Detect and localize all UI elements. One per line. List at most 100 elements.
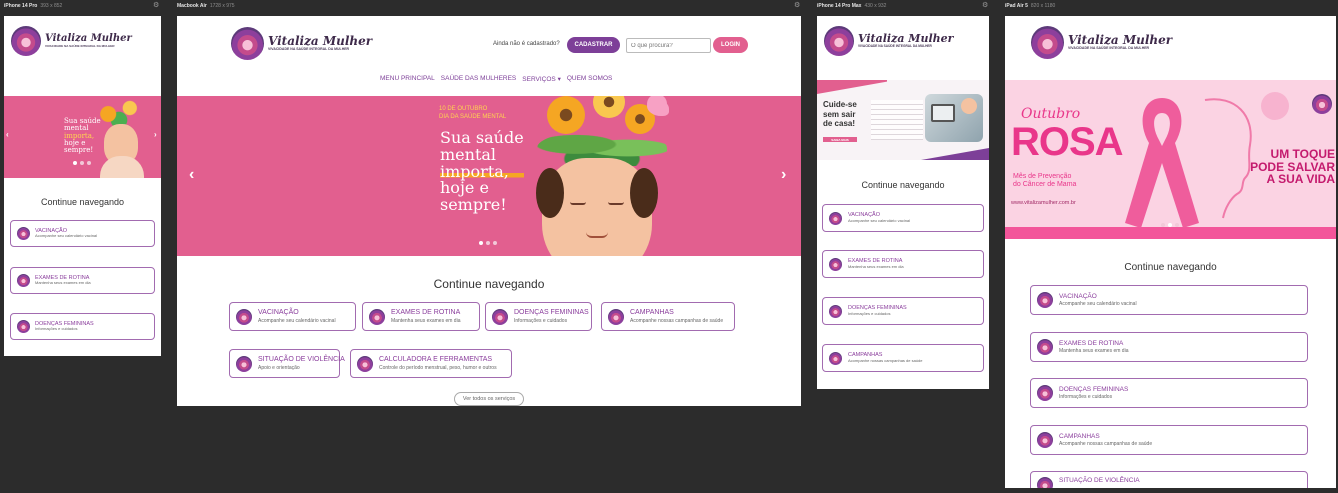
frame-label-ipad: iPad Air 5 820 x 1180 xyxy=(1005,3,1056,9)
heart-icon xyxy=(1261,92,1289,120)
iphone14pro-frame: Vitaliza Mulher VIVACIDADE NA SAÚDE INTE… xyxy=(4,16,161,356)
flower-logo-icon xyxy=(11,26,41,56)
search-input[interactable] xyxy=(626,38,711,53)
logo[interactable]: Vitaliza Mulher VIVACIDADE NA SAÚDE INTE… xyxy=(1031,26,1172,59)
not-registered-text: Ainda não é cadastrado? xyxy=(493,41,560,47)
service-card-routine-exams[interactable]: EXAMES DE ROTINA Mantenha seus exames em … xyxy=(362,302,480,331)
chevron-left-icon[interactable]: ‹ xyxy=(6,130,9,139)
face-illustration xyxy=(536,158,658,256)
service-card-violence[interactable]: SITUAÇÃO DE VIOLÊNCIA xyxy=(1030,471,1308,488)
flower-icon xyxy=(1037,339,1053,355)
service-card-female-diseases[interactable]: DOENÇAS FEMININAS Informações e cuidados xyxy=(1030,378,1308,408)
flower-icon xyxy=(236,308,252,325)
chevron-right-icon[interactable]: › xyxy=(781,166,786,184)
service-card-female-diseases[interactable]: DOENÇAS FEMININAS Informações e cuidados xyxy=(10,313,155,340)
flower-icon xyxy=(829,257,842,271)
view-all-services-button[interactable]: Ver todos os serviços xyxy=(454,392,524,406)
nav-item-about[interactable]: QUEM SOMOS xyxy=(567,75,613,83)
login-button[interactable]: LOGIN xyxy=(713,37,748,53)
service-card-vaccination[interactable]: VACINAÇÃO Acompanhe seu calendário vacina… xyxy=(1030,285,1308,315)
pink-ribbon-icon xyxy=(1125,98,1199,228)
logo[interactable]: Vitaliza Mulher VIVACIDADE NA SAÚDE INTE… xyxy=(11,26,132,56)
macbook-frame: Vitaliza Mulher VIVACIDADE NA SAÚDE INTE… xyxy=(177,16,801,406)
logo[interactable]: Vitaliza Mulher VIVACIDADE NA SAÚDE INTE… xyxy=(824,26,953,56)
flower-icon xyxy=(369,308,385,325)
service-card-female-diseases[interactable]: DOENÇAS FEMININAS Informações e cuidados xyxy=(822,297,984,325)
frame-label-iphone14pro: iPhone 14 Pro 393 x 852 xyxy=(4,3,63,9)
hero-headline: Sua saúde mental importa, hoje e sempre! xyxy=(440,128,524,215)
brand-name: Vitaliza Mulher xyxy=(268,34,373,49)
hero-headline: Cuide-se sem sair de casa! xyxy=(823,100,857,129)
brand-name: Vitaliza Mulher xyxy=(1068,33,1173,48)
flower-logo-icon xyxy=(1031,26,1064,59)
banner-title: ROSA xyxy=(1011,120,1124,164)
hero-banner[interactable]: Outubro ROSA Mês de Prevenção do Câncer … xyxy=(1005,80,1336,239)
iphone14promax-frame: Vitaliza Mulher VIVACIDADE NA SAÚDE INTE… xyxy=(817,16,989,389)
flower-logo-icon xyxy=(231,27,264,60)
chevron-left-icon[interactable]: ‹ xyxy=(189,166,194,184)
hero-banner[interactable]: 10 DE OUTUBRO DIA DA SAÚDE MENTAL Sua sa… xyxy=(177,96,801,256)
register-button[interactable]: CADASTRAR xyxy=(567,37,620,53)
flower-icon xyxy=(1312,94,1332,114)
flower-icon xyxy=(17,320,30,333)
flower-icon xyxy=(1037,477,1053,488)
flower-logo-icon xyxy=(824,26,854,56)
carousel-dots[interactable] xyxy=(1161,223,1179,227)
continue-title: Continue navegando xyxy=(40,197,125,207)
flower-icon xyxy=(829,211,842,225)
ipad-frame: Vitaliza Mulher VIVACIDADE NA SAÚDE INTE… xyxy=(1005,16,1336,488)
service-card-violence[interactable]: SITUAÇÃO DE VIOLÊNCIA Apoio e orientação xyxy=(229,349,345,378)
hero-banner[interactable]: Sua saúde mental importa, hoje e sempre!… xyxy=(4,96,161,178)
flower-icon xyxy=(829,304,842,318)
flower-icon xyxy=(1037,292,1053,308)
flower-icon xyxy=(1037,385,1053,401)
flower-icon xyxy=(608,308,624,325)
continue-title: Continue navegando xyxy=(861,180,945,190)
nav-item-womens-health[interactable]: SAÚDE DAS MULHERES xyxy=(441,75,517,83)
carousel-dots[interactable] xyxy=(73,161,91,165)
brand-tagline: VIVACIDADE NA SAÚDE INTEGRAL DA MULHER xyxy=(858,44,932,49)
flower-icon xyxy=(17,274,30,287)
chevron-right-icon[interactable]: › xyxy=(154,130,157,139)
frame-label-macbook: Macbook Air 1728 x 975 xyxy=(177,3,235,9)
service-card-vaccination[interactable]: VACINAÇÃO Acompanhe seu calendário vacina… xyxy=(229,302,356,331)
service-card-routine-exams[interactable]: EXAMES DE ROTINA Mantenha seus exames em … xyxy=(1030,332,1308,362)
nav-item-services[interactable]: SERVIÇOS ▾ xyxy=(522,75,561,83)
hero-banner[interactable]: Cuide-se sem sair de casa! SAIBA MAIS xyxy=(817,80,989,160)
brand-tagline: VIVACIDADE NA SAÚDE INTEGRAL DA MULHER xyxy=(1068,46,1150,51)
nav-item-main-menu[interactable]: MENU PRINCIPAL xyxy=(380,75,435,83)
features-list xyxy=(871,100,923,140)
hero-headline: Sua saúde mental importa, hoje e sempre! xyxy=(64,117,101,155)
carousel-dots[interactable] xyxy=(479,241,497,245)
service-card-vaccination[interactable]: VACINAÇÃO Acompanhe seu calendário vacina… xyxy=(822,204,984,232)
main-nav: MENU PRINCIPAL SAÚDE DAS MULHERES SERVIÇ… xyxy=(380,75,612,83)
gear-icon[interactable]: ⚙ xyxy=(982,2,988,9)
service-card-campaigns[interactable]: CAMPANHAS Acompanhe nossas campanhas de s… xyxy=(1030,425,1308,455)
logo[interactable]: Vitaliza Mulher VIVACIDADE NA SAÚDE INTE… xyxy=(231,27,372,60)
continue-title: Continue navegando xyxy=(1124,262,1217,273)
gear-icon[interactable]: ⚙ xyxy=(794,2,800,9)
service-card-female-diseases[interactable]: DOENÇAS FEMININAS Informações e cuidados xyxy=(485,302,592,331)
flower-icon xyxy=(492,308,508,325)
flower-icon xyxy=(1037,432,1053,448)
banner-subtitle: Mês de Prevenção do Câncer de Mama xyxy=(1013,173,1077,189)
flower-icon xyxy=(236,355,252,372)
service-card-vaccination[interactable]: VACINAÇÃO Acompanhe seu calendário vacina… xyxy=(10,220,155,247)
service-card-routine-exams[interactable]: EXAMES DE ROTINA Mantenha seus exames em … xyxy=(822,250,984,278)
banner-slogan: UM TOQUE PODE SALVAR A SUA VIDA xyxy=(1250,147,1335,187)
service-card-routine-exams[interactable]: EXAMES DE ROTINA Mantenha seus exames em … xyxy=(10,267,155,294)
hero-date: 10 DE OUTUBRO DIA DA SAÚDE MENTAL xyxy=(439,106,507,120)
brand-tagline: VIVACIDADE NA SAÚDE INTEGRAL DA MULHER xyxy=(45,44,115,48)
service-card-calculator[interactable]: CALCULADORA E FERRAMENTAS Controle do per… xyxy=(350,349,512,378)
gear-icon[interactable]: ⚙ xyxy=(153,2,159,9)
service-card-campaigns[interactable]: CAMPANHAS Acompanhe nossas campanhas de s… xyxy=(822,344,984,372)
brand-name: Vitaliza Mulher xyxy=(45,33,132,44)
learn-more-button[interactable]: SAIBA MAIS xyxy=(823,137,857,142)
chevron-down-icon: ▾ xyxy=(557,76,561,83)
banner-site: www.vitalizamulher.com.br xyxy=(1011,200,1076,206)
service-card-campaigns[interactable]: CAMPANHAS Acompanhe nossas campanhas de s… xyxy=(601,302,735,331)
brand-tagline: VIVACIDADE NA SAÚDE INTEGRAL DA MULHER xyxy=(268,47,350,52)
telemedicine-illustration xyxy=(925,94,983,142)
brand-name: Vitaliza Mulher xyxy=(858,32,954,46)
flower-icon xyxy=(357,355,373,372)
